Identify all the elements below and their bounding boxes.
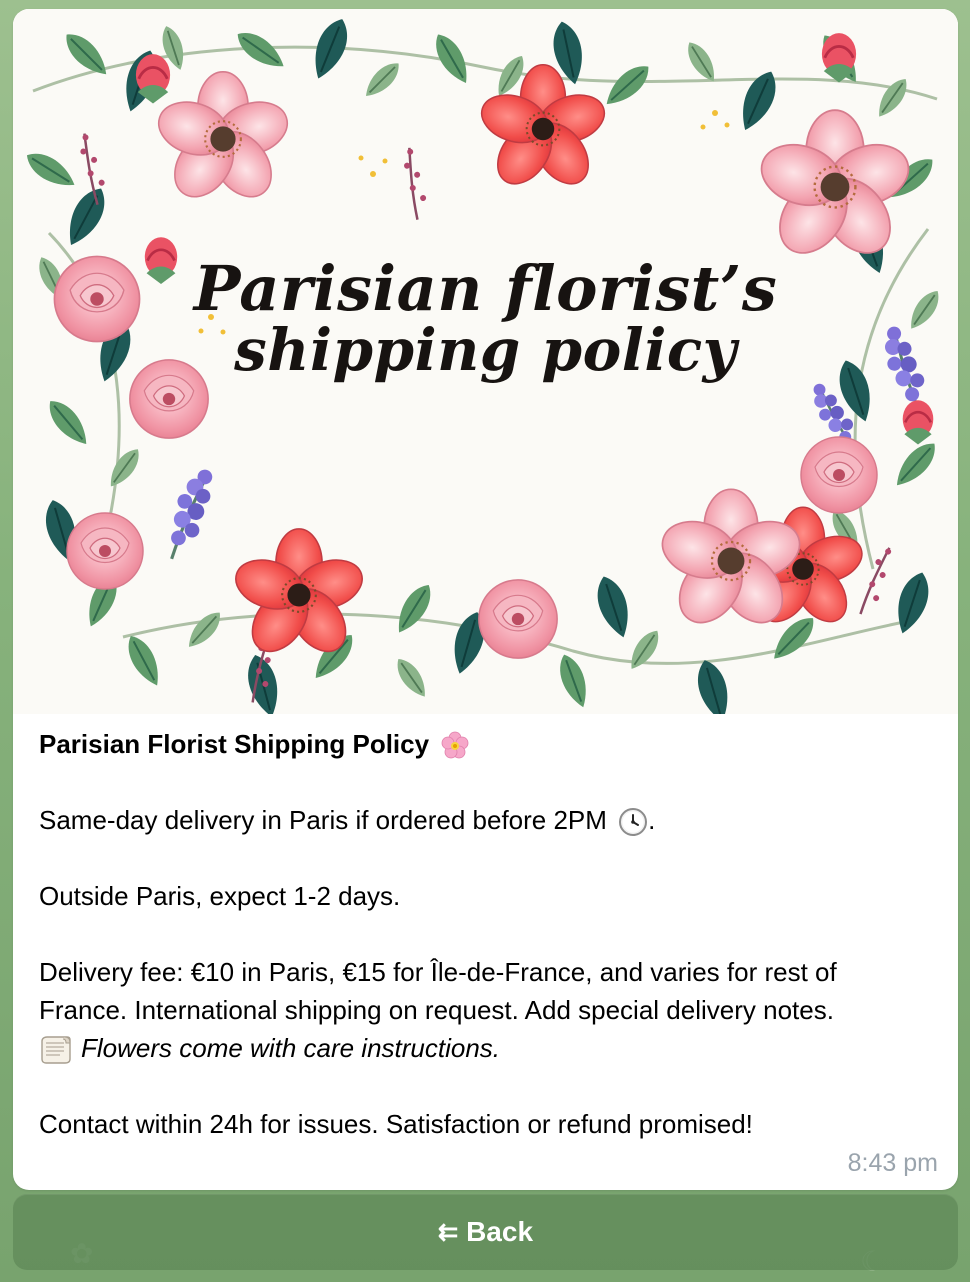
care-instructions-text: Flowers come with care instructions. [81, 1033, 501, 1063]
same-day-period: . [648, 805, 656, 835]
outside-paris-line: Outside Paris, expect 1-2 days. [39, 881, 401, 911]
message-title-line: Parisian Florist Shipping Policy [39, 725, 944, 763]
message-title: Parisian Florist Shipping Policy [39, 729, 430, 759]
cherry-blossom-icon [440, 731, 470, 761]
floral-header-image: Parisian florist’s shipping policy [13, 9, 958, 714]
back-button[interactable]: ⇇ Back [13, 1194, 958, 1270]
back-arrow-icon: ⇇ [437, 1219, 459, 1246]
same-day-text: Same-day delivery in Paris if ordered be… [39, 805, 607, 835]
contact-line: Contact within 24h for issues. Satisfact… [39, 1109, 753, 1139]
delivery-fee-line-2: France. International shipping on reques… [39, 995, 834, 1025]
message-bubble: Parisian florist’s shipping policy Paris… [13, 9, 958, 1190]
same-day-line: Same-day delivery in Paris if ordered be… [39, 801, 944, 839]
message-text: Parisian Florist Shipping Policy Same-da… [39, 725, 944, 1143]
delivery-fee-line-1: Delivery fee: €10 in Paris, €15 for Île-… [39, 957, 837, 987]
scroll-icon [39, 1035, 73, 1065]
clock-icon [618, 807, 648, 837]
back-button-label: Back [466, 1216, 534, 1247]
message-timestamp: 8:43 pm [847, 1149, 938, 1177]
care-instructions-line: Flowers come with care instructions. [39, 1029, 944, 1067]
